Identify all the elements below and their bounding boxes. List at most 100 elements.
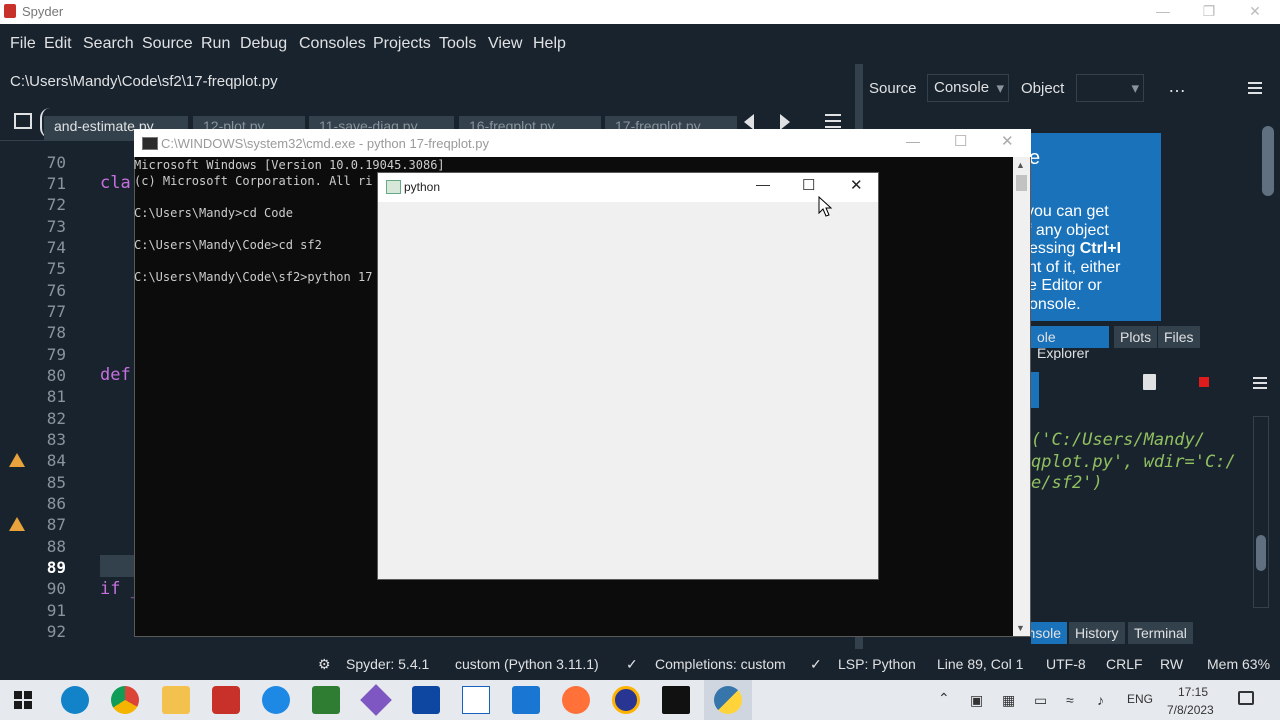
menu-source[interactable]: Source [142, 35, 193, 53]
cmd-close-button[interactable]: ✕ [1001, 132, 1014, 150]
close-button[interactable]: ✕ [1232, 0, 1278, 24]
trash-icon[interactable] [1143, 374, 1156, 390]
app-icon[interactable] [612, 686, 640, 714]
battery-icon[interactable]: ▭ [1034, 692, 1047, 709]
tab-plots[interactable]: Plots [1114, 326, 1158, 348]
terminal-icon[interactable] [662, 686, 690, 714]
source-select[interactable]: Console ▾ [927, 74, 1009, 102]
tab-history[interactable]: History [1069, 622, 1125, 644]
cmd-scrollbar[interactable]: ▲ ▼ [1013, 157, 1030, 636]
line-number: 72 [46, 195, 66, 214]
completions-icon: ✓ [626, 656, 638, 672]
help-menu-icon[interactable] [1248, 82, 1262, 94]
tray-icon[interactable]: ▦ [1002, 692, 1015, 709]
help-header-card: e [1029, 133, 1161, 181]
stop-icon[interactable] [1199, 377, 1209, 387]
clock-date[interactable]: 7/8/2023 [1167, 703, 1214, 717]
cmd-line: C:\Users\Mandy\Code>cd sf2 [134, 238, 322, 252]
chevron-down-icon: ▾ [1131, 80, 1139, 97]
python-window[interactable] [377, 172, 879, 580]
cmd-scroll-thumb[interactable] [1016, 175, 1027, 191]
menu-projects[interactable]: Projects [373, 35, 431, 53]
line-number: 82 [46, 409, 66, 428]
app-title-bar: Spyder — ❐ ✕ [0, 0, 1280, 24]
warning-icon[interactable] [9, 517, 25, 531]
tab-variable-explorer[interactable]: ole Explorer [1031, 326, 1109, 361]
cmd-line: C:\Users\Mandy>cd Code [134, 206, 293, 220]
edge-icon[interactable] [61, 686, 89, 714]
line-number: 76 [46, 281, 66, 300]
cmd-maximize-button[interactable]: ☐ [954, 132, 967, 150]
cmd-minimize-button[interactable]: — [906, 133, 920, 149]
python-maximize-button[interactable]: ☐ [802, 176, 815, 194]
tab-ipython-console[interactable]: IPython Console [1031, 622, 1067, 644]
clock-time[interactable]: 17:15 [1178, 685, 1208, 699]
object-input[interactable]: ▾ [1076, 74, 1144, 102]
word-icon[interactable] [512, 686, 540, 714]
cmd-title: C:\WINDOWS\system32\cmd.exe - python 17-… [161, 136, 489, 151]
more-options-icon[interactable]: … [1168, 76, 1186, 97]
status-env[interactable]: custom (Python 3.11.1) [455, 656, 599, 672]
browse-tabs-icon[interactable] [14, 113, 32, 129]
tray-icon[interactable]: ▣ [970, 692, 983, 709]
menu-search[interactable]: Search [83, 35, 134, 53]
start-icon-tile [24, 701, 32, 709]
python-window-icon [386, 180, 401, 194]
help-object-label: Object [1021, 80, 1065, 97]
console-scrollbar[interactable] [1253, 416, 1269, 608]
scroll-down-icon[interactable]: ▼ [1016, 623, 1025, 633]
menu-edit[interactable]: Edit [44, 35, 72, 53]
menu-help[interactable]: Help [533, 35, 566, 53]
app-icon[interactable] [412, 686, 440, 714]
console-scroll-thumb[interactable] [1256, 535, 1266, 571]
start-button[interactable] [14, 691, 32, 709]
help-line-text: essing [1029, 240, 1076, 257]
console-tab-indicator [1031, 372, 1039, 408]
language-indicator[interactable]: ENG [1127, 692, 1153, 706]
line-number: 70 [46, 153, 66, 172]
file-explorer-icon[interactable] [162, 686, 190, 714]
help-scrollbar[interactable] [1260, 114, 1276, 320]
minimize-button[interactable]: — [1140, 0, 1186, 24]
wifi-icon[interactable]: ≈ [1066, 692, 1074, 708]
console-menu-icon[interactable] [1253, 377, 1267, 389]
line-number: 71 [46, 174, 66, 193]
cmd-title-bar[interactable]: C:\WINDOWS\system32\cmd.exe - python 17-… [134, 129, 1031, 157]
tab-terminal[interactable]: Terminal [1128, 622, 1193, 644]
tab-files[interactable]: Files [1158, 326, 1200, 348]
editor-options-icon[interactable] [825, 114, 841, 128]
python-icon[interactable] [714, 686, 742, 714]
restore-button[interactable]: ❐ [1186, 0, 1232, 24]
show-hidden-icons[interactable]: ⌃ [938, 690, 950, 707]
tab-next-icon[interactable] [780, 114, 790, 130]
app-icon[interactable] [312, 686, 340, 714]
firefox-icon[interactable] [562, 686, 590, 714]
help-scroll-thumb[interactable] [1262, 126, 1274, 196]
status-mem: Mem 63% [1207, 656, 1271, 672]
document-icon[interactable] [462, 686, 490, 714]
menu-run[interactable]: Run [201, 35, 230, 53]
ipython-console[interactable]: ('C:/Users/Mandy/ qplot.py', wdir='C:/ e… [1031, 360, 1280, 618]
warning-icon[interactable] [9, 453, 25, 467]
menu-debug[interactable]: Debug [240, 35, 287, 53]
python-minimize-button[interactable]: — [756, 176, 770, 192]
line-number: 90 [46, 579, 66, 598]
menu-view[interactable]: View [488, 35, 522, 53]
volume-icon[interactable]: ♪ [1097, 692, 1104, 708]
line-number: 80 [46, 366, 66, 385]
scroll-up-icon[interactable]: ▲ [1016, 160, 1025, 170]
python-title-bar[interactable]: python — ☐ ✕ [378, 173, 878, 202]
python-close-button[interactable]: ✕ [850, 176, 863, 194]
menu-file[interactable]: File [10, 35, 36, 53]
help-line: f any object [1027, 222, 1109, 239]
spyder-icon[interactable] [212, 686, 240, 714]
menu-consoles[interactable]: Consoles [299, 35, 366, 53]
line-number: 92 [46, 622, 66, 641]
menu-tools[interactable]: Tools [439, 35, 476, 53]
tab-prev-icon[interactable] [744, 114, 754, 130]
console-string: qplot.py', wdir='C:/ [1031, 452, 1236, 472]
app-icon[interactable] [262, 686, 290, 714]
status-eol: CRLF [1106, 656, 1143, 672]
notification-icon[interactable] [1238, 691, 1254, 705]
chrome-icon[interactable] [111, 686, 139, 714]
